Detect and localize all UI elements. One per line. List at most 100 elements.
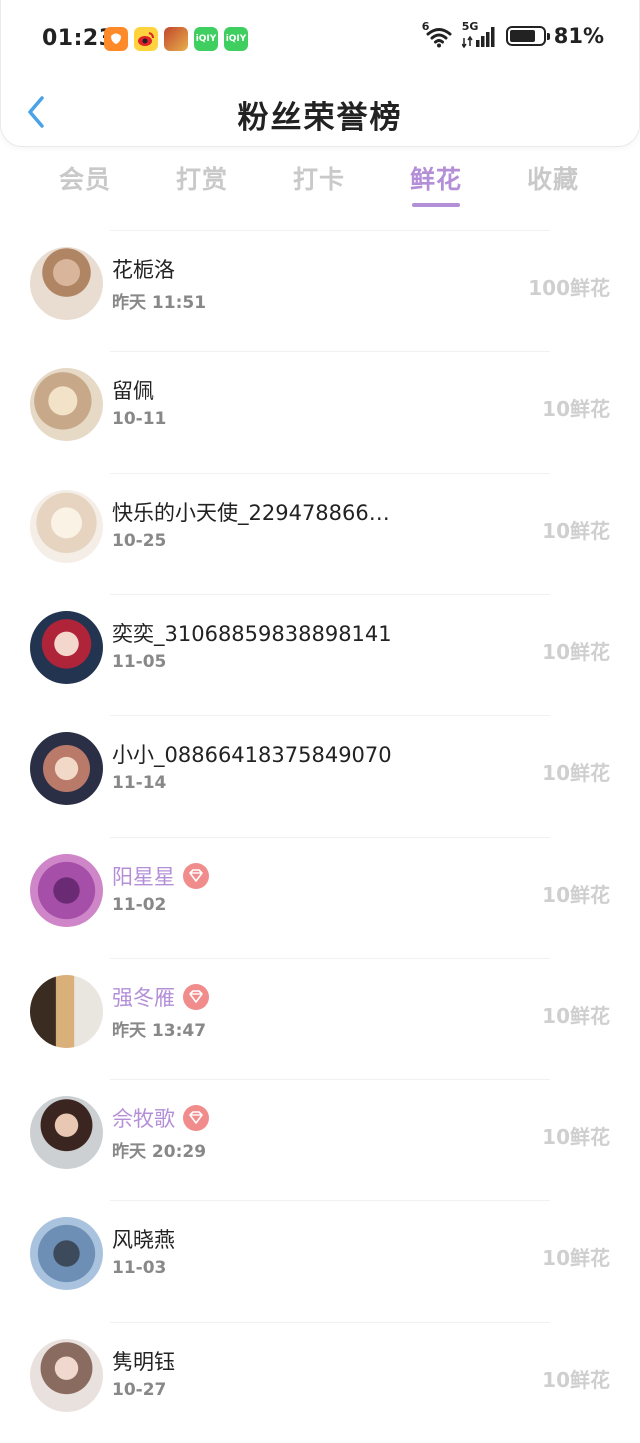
diamond-icon xyxy=(183,1105,209,1132)
name-line: 强冬雁 xyxy=(112,982,209,1012)
game-icon xyxy=(164,27,188,51)
system-status: 6 5G 81% xyxy=(422,20,604,49)
tab-favorites[interactable]: 收藏 xyxy=(498,160,608,196)
row-divider xyxy=(110,230,550,231)
gift-time: 昨天 11:51 xyxy=(112,293,207,313)
gift-time: 昨天 13:47 xyxy=(112,1020,207,1041)
name-line: 花栀洛 xyxy=(112,254,175,284)
gift-time: 10-11 xyxy=(112,409,167,430)
avatar[interactable] xyxy=(30,853,103,927)
flower-count: 10鲜花 xyxy=(542,761,610,786)
list-item[interactable]: 强冬雁昨天 13:47 10鲜花 xyxy=(0,957,640,1079)
name-line: 留佩 xyxy=(112,375,154,405)
avatar[interactable] xyxy=(30,732,103,806)
fan-name: 快乐的小天使_229478866… xyxy=(112,500,390,525)
fan-name: 隽明钰 xyxy=(112,1349,175,1374)
taobao-icon xyxy=(104,27,128,51)
name-line: 隽明钰 xyxy=(112,1346,175,1376)
diamond-icon xyxy=(183,862,209,889)
name-line: 小小_08866418375849070 xyxy=(112,739,392,769)
tab-reward[interactable]: 打赏 xyxy=(147,160,257,196)
row-divider xyxy=(110,1200,550,1202)
fan-name: 强冬雁 xyxy=(112,985,175,1010)
tab-flowers-label: 鲜花 xyxy=(409,165,462,194)
gift-time: 11-03 xyxy=(112,1258,167,1279)
flower-count: 10鲜花 xyxy=(542,518,610,543)
fan-name: 阳星星 xyxy=(112,864,175,889)
fan-name: 风晓燕 xyxy=(112,1228,175,1253)
list-item[interactable]: 隽明钰 10-27 10鲜花 xyxy=(0,1321,640,1443)
list-item[interactable]: 快乐的小天使_229478866… 10-25 10鲜花 xyxy=(0,472,640,594)
list-item[interactable]: 风晓燕 11-03 10鲜花 xyxy=(0,1200,640,1321)
row-divider xyxy=(110,593,550,595)
nav-bar: 粉丝荣誉榜 xyxy=(0,78,640,146)
wifi-superscript: 6 xyxy=(421,20,430,33)
avatar[interactable] xyxy=(30,368,103,442)
battery-icon xyxy=(505,26,550,46)
weibo-icon xyxy=(134,27,158,51)
flower-count: 10鲜花 xyxy=(542,1125,610,1150)
flower-count: 10鲜花 xyxy=(542,397,610,422)
name-line: 快乐的小天使_229478866… xyxy=(112,497,390,527)
tab-bar: 会员 打赏 打卡 鲜花 收藏 xyxy=(30,160,610,214)
list-item[interactable]: 阳星星 11-02 10鲜花 xyxy=(0,836,640,958)
notification-icons: iQIY iQIY xyxy=(104,27,248,51)
avatar[interactable] xyxy=(30,1338,103,1412)
name-line: 奕奕_31068859838898141 xyxy=(112,618,392,648)
network-type: 5G xyxy=(461,20,479,33)
battery-cap xyxy=(546,33,550,40)
tab-checkin[interactable]: 打卡 xyxy=(264,160,374,196)
avatar[interactable] xyxy=(30,974,103,1048)
iqiyi-label: iQIY xyxy=(195,34,217,44)
flower-count: 10鲜花 xyxy=(542,1246,610,1271)
name-line: 阳星星 xyxy=(112,861,209,891)
name-line: 佘牧歌 xyxy=(112,1103,209,1133)
list-item[interactable]: 佘牧歌昨天 20:29 10鲜花 xyxy=(0,1079,640,1200)
flower-count: 10鲜花 xyxy=(542,639,610,664)
row-divider xyxy=(110,472,550,474)
fan-name: 花栀洛 xyxy=(112,258,175,282)
wifi-icon: 6 xyxy=(422,20,454,48)
gift-time: 11-14 xyxy=(112,773,167,794)
fan-name: 奕奕_31068859838898141 xyxy=(112,621,392,646)
list-item[interactable]: 留佩 10-11 10鲜花 xyxy=(0,351,640,472)
cellular-signal-icon: 5G xyxy=(461,20,498,49)
row-divider xyxy=(110,1321,550,1323)
gift-time: 11-05 xyxy=(112,651,167,672)
status-bar: 01:23 iQIY iQIY 6 5G 81% xyxy=(0,0,640,78)
list-item[interactable]: 奕奕_31068859838898141 11-05 10鲜花 xyxy=(0,593,640,715)
avatar[interactable] xyxy=(30,610,103,684)
gift-time: 10-25 xyxy=(112,530,167,551)
fan-name: 佘牧歌 xyxy=(112,1107,175,1132)
avatar[interactable] xyxy=(30,1096,103,1170)
row-divider xyxy=(110,351,550,353)
row-divider xyxy=(110,1079,550,1081)
gift-time: 11-02 xyxy=(112,894,167,915)
tab-flowers[interactable]: 鲜花 xyxy=(381,160,491,207)
gift-time: 昨天 20:29 xyxy=(112,1142,207,1163)
flower-count: 10鲜花 xyxy=(542,882,610,907)
diamond-icon xyxy=(183,983,209,1010)
row-divider xyxy=(110,715,550,717)
list-item[interactable]: 花栀洛昨天 11:51 100鲜花 xyxy=(0,230,640,351)
name-line: 风晓燕 xyxy=(112,1224,175,1254)
fan-name: 留佩 xyxy=(112,379,154,404)
flower-count: 10鲜花 xyxy=(542,1003,610,1028)
active-tab-indicator xyxy=(412,203,460,207)
iqiyi-icon: iQIY xyxy=(194,27,218,51)
iqiyi-icon: iQIY xyxy=(224,27,248,51)
fan-name: 小小_08866418375849070 xyxy=(112,743,392,768)
battery-percent: 81% xyxy=(553,24,604,48)
list-item[interactable]: 小小_08866418375849070 11-14 10鲜花 xyxy=(0,715,640,836)
battery-level xyxy=(509,30,535,42)
row-divider xyxy=(110,836,550,838)
avatar[interactable] xyxy=(30,1217,103,1291)
avatar[interactable] xyxy=(30,247,103,320)
flower-count: 100鲜花 xyxy=(528,276,610,300)
avatar[interactable] xyxy=(30,489,103,563)
flower-count: 10鲜花 xyxy=(542,1367,610,1392)
iqiyi-label: iQIY xyxy=(225,34,247,44)
gift-time: 10-27 xyxy=(112,1379,167,1400)
page-title: 粉丝荣誉榜 xyxy=(237,100,403,136)
tab-member[interactable]: 会员 xyxy=(30,160,140,196)
